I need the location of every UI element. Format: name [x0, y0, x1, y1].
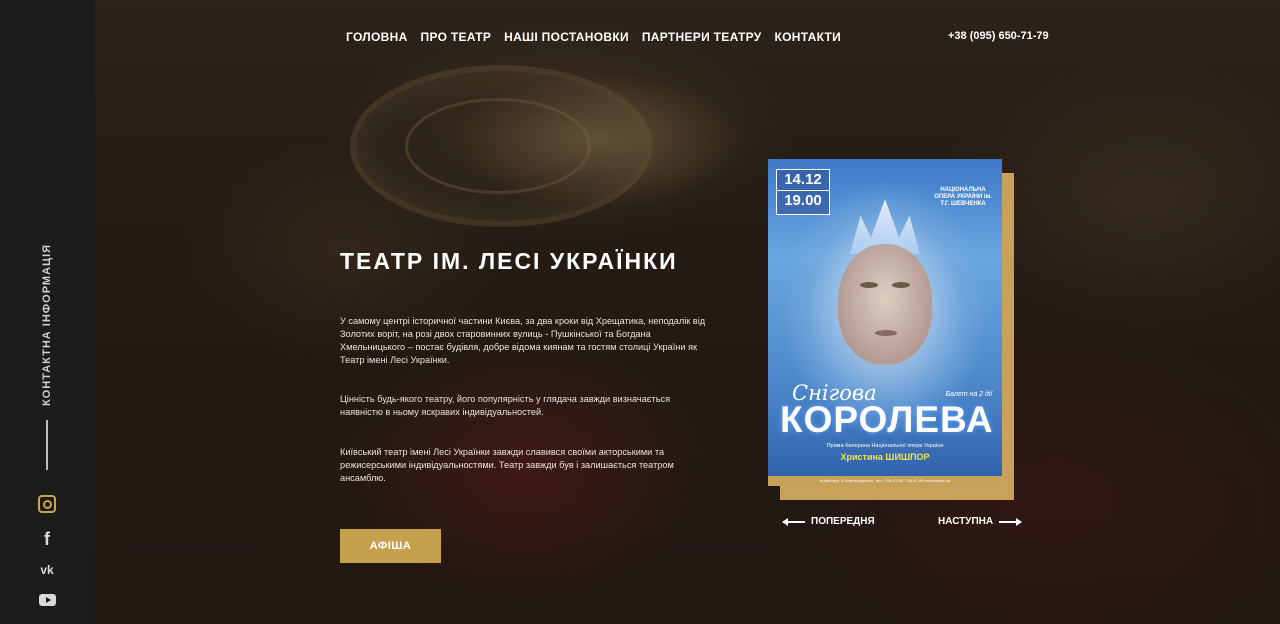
poster-date: 14.12	[784, 171, 822, 188]
eye-shape	[860, 282, 878, 288]
poster-performer: Христина ШИШПОР	[840, 452, 930, 462]
contact-info-label[interactable]: КОНТАКТНА ІНФОРМАЦІЯ	[41, 244, 53, 406]
arrow-right-icon	[999, 517, 1023, 526]
phone-link[interactable]: +38 (095) 650-71-79	[948, 30, 1049, 42]
poster-subtitle: Балет на 2 дії	[945, 391, 992, 398]
ceiling-dome	[350, 65, 652, 227]
intro-paragraph-2: Цінність будь-якого театру, його популяр…	[340, 394, 671, 417]
next-button[interactable]: НАСТУПНА	[938, 516, 1023, 527]
intro-paragraph-1: У самому центрі історичної частини Києва…	[340, 316, 706, 365]
poster-time: 19.00	[777, 190, 829, 211]
lips-shape	[875, 330, 897, 336]
poster-date-box: 14.12 19.00	[776, 169, 830, 215]
nav-item-about[interactable]: ПРО ТЕАТР	[421, 30, 492, 44]
page-title: ТЕАТР ІМ. ЛЕСІ УКРАЇНКИ	[340, 248, 678, 274]
theatre-background	[95, 0, 1280, 624]
next-label: НАСТУПНА	[938, 516, 994, 527]
left-sidebar: КОНТАКТНА ІНФОРМАЦІЯ f vk	[0, 0, 95, 624]
poster-main-title: КОРОЛЕВА	[780, 399, 994, 440]
opera-logo: НАЦІОНАЛЬНА ОПЕРА УКРАЇНИ ім. Т.Г. ШЕВЧЕ…	[934, 187, 992, 207]
instagram-icon[interactable]	[37, 494, 57, 514]
nav-item-contacts[interactable]: КОНТАКТИ	[775, 30, 842, 44]
prev-button[interactable]: ПОПЕРЕДНЯ	[782, 516, 875, 527]
poster-small-text: Прима-балерина Національної опери Україн…	[826, 443, 944, 449]
youtube-icon[interactable]	[37, 590, 57, 610]
queen-face-graphic	[838, 244, 932, 364]
arrow-left-icon	[782, 517, 805, 526]
nav-item-partners[interactable]: ПАРТНЕРИ ТЕАТРУ	[642, 30, 762, 44]
event-poster[interactable]: 14.12 19.00 НАЦІОНАЛЬНА ОПЕРА УКРАЇНИ ім…	[768, 159, 1002, 486]
facebook-icon[interactable]: f	[37, 529, 57, 549]
main-nav: ГОЛОВНА ПРО ТЕАТР НАШІ ПОСТАНОВКИ ПАРТНЕ…	[346, 30, 841, 44]
vk-icon[interactable]: vk	[37, 560, 57, 580]
nav-item-home[interactable]: ГОЛОВНА	[346, 30, 408, 44]
eye-shape	[892, 282, 910, 288]
poster-info-strip: м.Київ вул. Б.Хмельницького, тел.: 234-4…	[768, 476, 1002, 486]
sidebar-divider	[46, 420, 48, 470]
nav-item-productions[interactable]: НАШІ ПОСТАНОВКИ	[504, 30, 629, 44]
ceiling-dome-inner	[405, 98, 591, 194]
intro-paragraph-3: Київський театр імені Лесі Українки завж…	[340, 447, 674, 483]
playbill-button[interactable]: АФІША	[340, 529, 441, 563]
prev-label: ПОПЕРЕДНЯ	[811, 516, 875, 527]
